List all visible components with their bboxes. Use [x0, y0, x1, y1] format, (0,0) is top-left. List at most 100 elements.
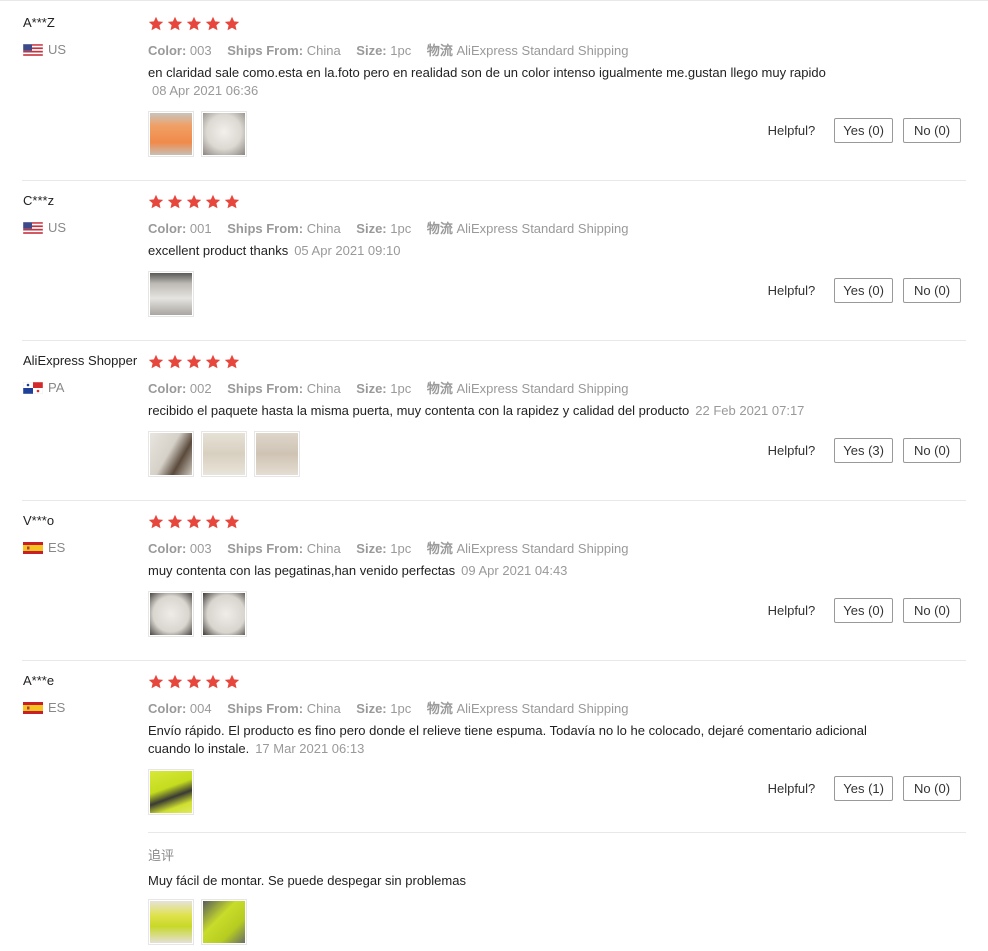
star-icon — [186, 194, 202, 209]
helpful-label: Helpful? — [767, 443, 816, 458]
ships-from-value: China — [306, 701, 341, 716]
review-photo-thumbnail[interactable] — [148, 431, 194, 477]
helpful-label: Helpful? — [767, 123, 816, 138]
review-photo-thumbnail[interactable] — [148, 899, 194, 945]
star-icon — [224, 194, 240, 209]
star-icon — [148, 354, 164, 369]
review-body: recibido el paquete hasta la misma puert… — [148, 403, 690, 418]
logistics-label: 物流 — [426, 221, 453, 236]
star-icon — [148, 194, 164, 209]
review-text: excellent product thanks 05 Apr 2021 09:1… — [148, 242, 868, 260]
country-code: PA — [48, 380, 65, 395]
review-date: 22 Feb 2021 07:17 — [695, 403, 805, 418]
review-photo-thumbnail[interactable] — [148, 591, 194, 637]
star-icon — [167, 194, 183, 209]
review-item: A***e ES Color: 004 Ships From: China Si… — [0, 658, 988, 951]
helpful-vote-bar: Helpful? Yes (0) No (0) — [768, 278, 961, 303]
review-photos — [148, 769, 201, 815]
helpful-label: Helpful? — [767, 283, 816, 298]
review-photo-thumbnail[interactable] — [201, 899, 247, 945]
us-flag-icon — [23, 221, 43, 234]
shipping-value: AliExpress Standard Shipping — [456, 221, 629, 236]
review-body: en claridad sale como.esta en la.foto pe… — [148, 65, 826, 80]
review-date: 17 Mar 2021 06:13 — [255, 741, 365, 756]
followup-text: Muy fácil de montar. Se puede despegar s… — [148, 873, 466, 888]
size-label: Size: — [356, 43, 387, 58]
panama-flag-icon — [23, 381, 43, 394]
review-photos — [148, 271, 201, 317]
vote-no-button[interactable]: No (0) — [903, 776, 961, 801]
star-icon — [205, 514, 221, 529]
vote-no-button[interactable]: No (0) — [903, 278, 961, 303]
rating-stars — [148, 354, 243, 370]
star-icon — [186, 354, 202, 369]
vote-no-button[interactable]: No (0) — [903, 438, 961, 463]
star-icon — [148, 514, 164, 529]
ships-from-value: China — [306, 381, 341, 396]
review-item: V***o ES Color: 003 Ships From: China Si… — [0, 498, 988, 660]
star-icon — [186, 514, 202, 529]
review-date: 09 Apr 2021 04:43 — [461, 563, 568, 578]
reviewer-name: A***e — [23, 673, 55, 688]
reviewer-country: ES — [23, 700, 65, 715]
color-label: Color: — [148, 701, 187, 716]
size-label: Size: — [356, 701, 387, 716]
size-label: Size: — [356, 541, 387, 556]
review-item: A***Z US Color: 003 Ships From: China Si… — [0, 0, 988, 181]
review-photo-thumbnail[interactable] — [254, 431, 300, 477]
color-value: 003 — [189, 541, 212, 556]
vote-yes-button[interactable]: Yes (0) — [834, 598, 893, 623]
vote-no-button[interactable]: No (0) — [903, 598, 961, 623]
vote-yes-button[interactable]: Yes (0) — [834, 278, 893, 303]
color-value: 002 — [189, 381, 212, 396]
logistics-label: 物流 — [426, 701, 453, 716]
star-icon — [167, 354, 183, 369]
review-photo-thumbnail[interactable] — [148, 271, 194, 317]
vote-yes-button[interactable]: Yes (3) — [834, 438, 893, 463]
review-text: muy contenta con las pegatinas,han venid… — [148, 562, 868, 580]
star-icon — [167, 674, 183, 689]
shipping-value: AliExpress Standard Shipping — [456, 701, 629, 716]
shipping-value: AliExpress Standard Shipping — [456, 43, 629, 58]
review-text: Envío rápido. El producto es fino pero d… — [148, 722, 868, 758]
country-code: ES — [48, 700, 66, 715]
color-label: Color: — [148, 381, 187, 396]
vote-no-button[interactable]: No (0) — [903, 118, 961, 143]
review-photo-thumbnail[interactable] — [201, 591, 247, 637]
color-value: 004 — [189, 701, 212, 716]
followup-divider — [148, 832, 966, 833]
star-icon — [205, 354, 221, 369]
ships-from-value: China — [306, 541, 341, 556]
spain-flag-icon — [23, 701, 43, 714]
review-attributes: Color: 001 Ships From: China Size: 1pc 物… — [148, 218, 641, 237]
rating-stars — [148, 674, 243, 690]
review-attributes: Color: 003 Ships From: China Size: 1pc 物… — [148, 538, 641, 557]
ships-from-label: Ships From: — [227, 381, 304, 396]
logistics-label: 物流 — [426, 381, 453, 396]
color-label: Color: — [148, 541, 187, 556]
followup-photos — [148, 899, 254, 945]
star-icon — [205, 674, 221, 689]
review-photo-thumbnail[interactable] — [148, 111, 194, 157]
color-label: Color: — [148, 43, 187, 58]
size-value: 1pc — [390, 43, 412, 58]
helpful-vote-bar: Helpful? Yes (3) No (0) — [768, 438, 961, 463]
reviewer-country: ES — [23, 540, 65, 555]
review-photo-thumbnail[interactable] — [201, 431, 247, 477]
review-photos — [148, 431, 307, 477]
review-attributes: Color: 002 Ships From: China Size: 1pc 物… — [148, 378, 641, 397]
reviewer-name: A***Z — [23, 15, 55, 30]
vote-yes-button[interactable]: Yes (0) — [834, 118, 893, 143]
star-icon — [224, 674, 240, 689]
star-icon — [148, 674, 164, 689]
rating-stars — [148, 16, 243, 32]
followup-title: 追评 — [148, 848, 175, 863]
vote-yes-button[interactable]: Yes (1) — [834, 776, 893, 801]
star-icon — [148, 16, 164, 31]
review-photo-thumbnail[interactable] — [201, 111, 247, 157]
star-icon — [167, 16, 183, 31]
ships-from-value: China — [306, 221, 341, 236]
review-photo-thumbnail[interactable] — [148, 769, 194, 815]
reviewer-country: PA — [23, 380, 64, 395]
helpful-vote-bar: Helpful? Yes (1) No (0) — [768, 776, 961, 801]
